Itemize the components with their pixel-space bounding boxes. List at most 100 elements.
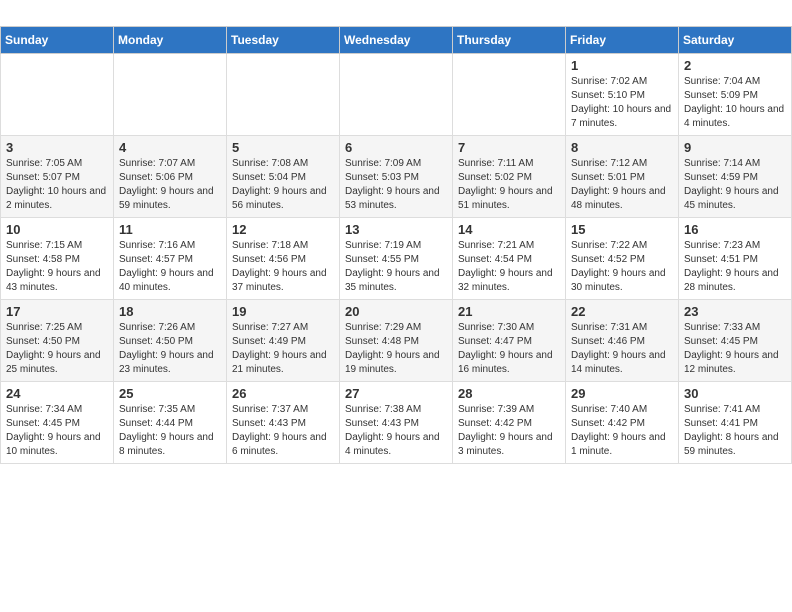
day-number: 13 [345, 222, 447, 237]
calendar-cell: 12 Sunrise: 7:18 AM Sunset: 4:56 PM Dayli… [227, 218, 340, 300]
day-number: 1 [571, 58, 673, 73]
calendar-cell: 1 Sunrise: 7:02 AM Sunset: 5:10 PM Daylig… [566, 54, 679, 136]
calendar-cell [1, 54, 114, 136]
day-info: Sunrise: 7:35 AM Sunset: 4:44 PM Dayligh… [119, 403, 221, 459]
day-info: Sunrise: 7:05 AM Sunset: 5:07 PM Dayligh… [6, 157, 108, 213]
calendar-cell [114, 54, 227, 136]
calendar-cell: 30Sunrise: 7:41 AM Sunset: 4:41 PM Dayli… [679, 382, 792, 464]
calendar-cell: 17Sunrise: 7:25 AM Sunset: 4:50 PM Dayli… [1, 300, 114, 382]
day-number: 24 [6, 386, 108, 401]
day-number: 30 [684, 386, 786, 401]
day-number: 4 [119, 140, 221, 155]
day-info: Sunrise: 7:38 AM Sunset: 4:43 PM Dayligh… [345, 403, 447, 459]
calendar-cell: 9 Sunrise: 7:14 AM Sunset: 4:59 PM Daylig… [679, 136, 792, 218]
day-number: 25 [119, 386, 221, 401]
page-header: General Blue [0, 0, 792, 26]
calendar-cell: 16Sunrise: 7:23 AM Sunset: 4:51 PM Dayli… [679, 218, 792, 300]
calendar-cell [453, 54, 566, 136]
calendar-cell: 28Sunrise: 7:39 AM Sunset: 4:42 PM Dayli… [453, 382, 566, 464]
day-number: 19 [232, 304, 334, 319]
day-number: 22 [571, 304, 673, 319]
calendar-week-3: 10Sunrise: 7:15 AM Sunset: 4:58 PM Dayli… [1, 218, 792, 300]
day-number: 3 [6, 140, 108, 155]
day-info: Sunrise: 7:21 AM Sunset: 4:54 PM Dayligh… [458, 239, 560, 295]
calendar-cell: 19 Sunrise: 7:27 AM Sunset: 4:49 PM Dayli… [227, 300, 340, 382]
day-number: 9 [684, 140, 786, 155]
day-info: Sunrise: 7:16 AM Sunset: 4:57 PM Dayligh… [119, 239, 221, 295]
weekday-header-monday: Monday [114, 27, 227, 54]
day-info: Sunrise: 7:08 AM Sunset: 5:04 PM Dayligh… [232, 157, 334, 213]
weekday-header-sunday: Sunday [1, 27, 114, 54]
day-number: 6 [345, 140, 447, 155]
day-info: Sunrise: 7:02 AM Sunset: 5:10 PM Dayligh… [571, 75, 673, 131]
calendar-week-2: 3 Sunrise: 7:05 AM Sunset: 5:07 PM Daylig… [1, 136, 792, 218]
day-number: 10 [6, 222, 108, 237]
day-info: Sunrise: 7:09 AM Sunset: 5:03 PM Dayligh… [345, 157, 447, 213]
weekday-header-saturday: Saturday [679, 27, 792, 54]
day-number: 23 [684, 304, 786, 319]
calendar-cell: 22 Sunrise: 7:31 AM Sunset: 4:46 PM Dayli… [566, 300, 679, 382]
day-number: 29 [571, 386, 673, 401]
calendar-cell: 20 Sunrise: 7:29 AM Sunset: 4:48 PM Dayli… [340, 300, 453, 382]
calendar-cell: 23 Sunrise: 7:33 AM Sunset: 4:45 PM Dayli… [679, 300, 792, 382]
calendar-cell: 13 Sunrise: 7:19 AM Sunset: 4:55 PM Dayli… [340, 218, 453, 300]
day-info: Sunrise: 7:11 AM Sunset: 5:02 PM Dayligh… [458, 157, 560, 213]
day-number: 15 [571, 222, 673, 237]
calendar-cell: 25 Sunrise: 7:35 AM Sunset: 4:44 PM Dayli… [114, 382, 227, 464]
calendar-cell: 27 Sunrise: 7:38 AM Sunset: 4:43 PM Dayli… [340, 382, 453, 464]
calendar-cell: 4 Sunrise: 7:07 AM Sunset: 5:06 PM Daylig… [114, 136, 227, 218]
calendar-week-5: 24Sunrise: 7:34 AM Sunset: 4:45 PM Dayli… [1, 382, 792, 464]
day-info: Sunrise: 7:04 AM Sunset: 5:09 PM Dayligh… [684, 75, 786, 131]
weekday-header-friday: Friday [566, 27, 679, 54]
day-info: Sunrise: 7:29 AM Sunset: 4:48 PM Dayligh… [345, 321, 447, 377]
calendar-cell [340, 54, 453, 136]
day-info: Sunrise: 7:18 AM Sunset: 4:56 PM Dayligh… [232, 239, 334, 295]
calendar-header: SundayMondayTuesdayWednesdayThursdayFrid… [1, 27, 792, 54]
day-number: 12 [232, 222, 334, 237]
weekday-header-row: SundayMondayTuesdayWednesdayThursdayFrid… [1, 27, 792, 54]
weekday-header-wednesday: Wednesday [340, 27, 453, 54]
day-number: 27 [345, 386, 447, 401]
calendar-cell: 29 Sunrise: 7:40 AM Sunset: 4:42 PM Dayli… [566, 382, 679, 464]
day-info: Sunrise: 7:19 AM Sunset: 4:55 PM Dayligh… [345, 239, 447, 295]
day-info: Sunrise: 7:07 AM Sunset: 5:06 PM Dayligh… [119, 157, 221, 213]
day-number: 18 [119, 304, 221, 319]
day-info: Sunrise: 7:27 AM Sunset: 4:49 PM Dayligh… [232, 321, 334, 377]
calendar-cell: 8Sunrise: 7:12 AM Sunset: 5:01 PM Daylig… [566, 136, 679, 218]
day-info: Sunrise: 7:30 AM Sunset: 4:47 PM Dayligh… [458, 321, 560, 377]
calendar-cell: 18 Sunrise: 7:26 AM Sunset: 4:50 PM Dayli… [114, 300, 227, 382]
calendar-cell: 6 Sunrise: 7:09 AM Sunset: 5:03 PM Daylig… [340, 136, 453, 218]
day-info: Sunrise: 7:12 AM Sunset: 5:01 PM Dayligh… [571, 157, 673, 213]
day-number: 2 [684, 58, 786, 73]
calendar-cell: 10Sunrise: 7:15 AM Sunset: 4:58 PM Dayli… [1, 218, 114, 300]
calendar-cell: 2 Sunrise: 7:04 AM Sunset: 5:09 PM Daylig… [679, 54, 792, 136]
day-info: Sunrise: 7:26 AM Sunset: 4:50 PM Dayligh… [119, 321, 221, 377]
calendar-body: 1 Sunrise: 7:02 AM Sunset: 5:10 PM Daylig… [1, 54, 792, 464]
day-info: Sunrise: 7:22 AM Sunset: 4:52 PM Dayligh… [571, 239, 673, 295]
calendar-cell: 24Sunrise: 7:34 AM Sunset: 4:45 PM Dayli… [1, 382, 114, 464]
weekday-header-tuesday: Tuesday [227, 27, 340, 54]
day-info: Sunrise: 7:31 AM Sunset: 4:46 PM Dayligh… [571, 321, 673, 377]
day-info: Sunrise: 7:33 AM Sunset: 4:45 PM Dayligh… [684, 321, 786, 377]
day-info: Sunrise: 7:25 AM Sunset: 4:50 PM Dayligh… [6, 321, 108, 377]
calendar-cell: 3 Sunrise: 7:05 AM Sunset: 5:07 PM Daylig… [1, 136, 114, 218]
day-number: 16 [684, 222, 786, 237]
day-number: 11 [119, 222, 221, 237]
calendar-cell: 14Sunrise: 7:21 AM Sunset: 4:54 PM Dayli… [453, 218, 566, 300]
day-number: 7 [458, 140, 560, 155]
calendar-table: SundayMondayTuesdayWednesdayThursdayFrid… [0, 26, 792, 464]
day-number: 5 [232, 140, 334, 155]
calendar-cell: 11 Sunrise: 7:16 AM Sunset: 4:57 PM Dayli… [114, 218, 227, 300]
calendar-cell: 21 Sunrise: 7:30 AM Sunset: 4:47 PM Dayli… [453, 300, 566, 382]
calendar-cell [227, 54, 340, 136]
day-info: Sunrise: 7:37 AM Sunset: 4:43 PM Dayligh… [232, 403, 334, 459]
day-number: 21 [458, 304, 560, 319]
day-number: 20 [345, 304, 447, 319]
day-info: Sunrise: 7:39 AM Sunset: 4:42 PM Dayligh… [458, 403, 560, 459]
day-info: Sunrise: 7:14 AM Sunset: 4:59 PM Dayligh… [684, 157, 786, 213]
calendar-cell: 5 Sunrise: 7:08 AM Sunset: 5:04 PM Daylig… [227, 136, 340, 218]
calendar-cell: 7 Sunrise: 7:11 AM Sunset: 5:02 PM Daylig… [453, 136, 566, 218]
day-info: Sunrise: 7:40 AM Sunset: 4:42 PM Dayligh… [571, 403, 673, 459]
page-container: General Blue SundayMondayTuesdayWednesda… [0, 0, 792, 464]
weekday-header-thursday: Thursday [453, 27, 566, 54]
